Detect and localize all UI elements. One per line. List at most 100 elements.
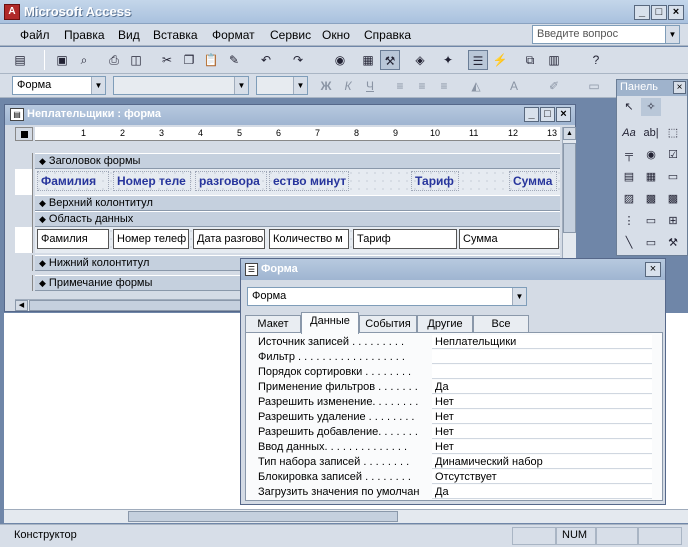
property-value[interactable] (432, 350, 652, 364)
header-label[interactable]: Сумма (509, 171, 557, 191)
align-right-icon[interactable]: ≡ (434, 76, 454, 96)
section-page-header[interactable]: ◆ Верхний колонтитул (35, 195, 560, 211)
option-button-icon[interactable]: ◉ (641, 146, 661, 164)
font-size-select[interactable]: ▼ (256, 76, 308, 95)
header-label[interactable]: разговора (195, 171, 267, 191)
close-button[interactable]: × (668, 5, 684, 20)
menu-insert[interactable]: Вставка (153, 28, 198, 42)
copy-icon[interactable]: ❐ (179, 50, 199, 70)
label-tool-icon[interactable]: Aa (619, 124, 639, 142)
pointer-icon[interactable]: ↖ (619, 98, 639, 116)
tab-data[interactable]: Данные (301, 312, 359, 334)
tab-events[interactable]: События (359, 315, 417, 333)
section-selector[interactable] (15, 153, 33, 169)
more-controls-icon[interactable]: ⚒ (663, 234, 683, 252)
hyperlink-icon[interactable]: ◉ (330, 50, 350, 70)
undo-icon[interactable]: ↶ (256, 50, 276, 70)
header-label[interactable]: Фамилия (37, 171, 109, 191)
line-color-icon[interactable]: ✐ (544, 76, 564, 96)
property-row[interactable]: Фильтр . . . . . . . . . . . . . . . . .… (254, 350, 652, 365)
textbox-tool-icon[interactable]: ab| (641, 124, 661, 142)
help-question-input[interactable]: Введите вопрос ▼ (532, 25, 680, 44)
property-row[interactable]: Разрешить удаление . . . . . . . . Нет (254, 410, 652, 425)
scroll-thumb[interactable] (563, 143, 576, 233)
new-object-icon[interactable]: ▥ (544, 50, 564, 70)
property-row[interactable]: Источник записей . . . . . . . . . Неплат… (254, 335, 652, 350)
property-row[interactable]: Тип набора записей . . . . . . . . Динами… (254, 455, 652, 470)
chevron-down-icon[interactable]: ▼ (512, 288, 526, 305)
scroll-left-icon[interactable]: ◀ (15, 300, 28, 311)
form-header-band[interactable]: Фамилия Номер теле разговора ество минут… (35, 169, 560, 195)
line-tool-icon[interactable]: ╲ (619, 234, 639, 252)
textbox-field[interactable]: Дата разгово (193, 229, 265, 249)
property-value[interactable]: Да (432, 485, 652, 499)
section-selector[interactable] (15, 275, 33, 291)
format-painter-icon[interactable]: ✎ (224, 50, 244, 70)
maximize-button[interactable]: □ (651, 5, 667, 20)
object-selector[interactable]: Форма ▼ (247, 287, 527, 306)
cut-icon[interactable]: ✂ (157, 50, 177, 70)
page-break-icon[interactable]: ⋮ (619, 212, 639, 230)
search-file-icon[interactable]: ⌕ (74, 50, 94, 70)
preview-icon[interactable]: ◫ (126, 50, 146, 70)
header-label[interactable]: ество минут (269, 171, 349, 191)
autoformat-icon[interactable]: ◈ (410, 50, 430, 70)
toolbox-icon[interactable]: ⚒ (380, 50, 400, 70)
property-row[interactable]: Блокировка записей . . . . . . . . Отсутс… (254, 470, 652, 485)
combo-box-icon[interactable]: ▤ (619, 168, 639, 186)
chevron-down-icon[interactable]: ▼ (665, 26, 679, 43)
view-icon[interactable]: ▤ (10, 50, 30, 70)
paste-icon[interactable]: 📋 (201, 50, 221, 70)
textbox-field[interactable]: Фамилия (37, 229, 109, 249)
property-value[interactable]: Динамический набор (432, 455, 652, 469)
property-row[interactable]: Порядок сортировки . . . . . . . . (254, 365, 652, 380)
property-row[interactable]: Разрешить изменение. . . . . . . . Нет (254, 395, 652, 410)
underline-icon[interactable]: Ч (360, 76, 380, 96)
chevron-down-icon[interactable]: ▼ (91, 77, 105, 94)
command-button-icon[interactable]: ▭ (663, 168, 683, 186)
section-selector[interactable] (15, 255, 33, 271)
align-left-icon[interactable]: ≡ (390, 76, 410, 96)
image-tool-icon[interactable]: ▨ (619, 190, 639, 208)
object-select[interactable]: Форма ▼ (12, 76, 106, 95)
textbox-field[interactable]: Тариф (353, 229, 457, 249)
workspace-hscrollbar[interactable] (4, 509, 688, 523)
tab-other[interactable]: Другие (417, 315, 473, 333)
property-row[interactable]: Применение фильтров . . . . . . . Да (254, 380, 652, 395)
chevron-down-icon[interactable]: ▼ (234, 77, 248, 94)
property-value[interactable]: Нет (432, 410, 652, 424)
section-selector[interactable] (15, 195, 33, 211)
code-icon[interactable]: ✦ (438, 50, 458, 70)
textbox-field[interactable]: Сумма (459, 229, 559, 249)
unbound-frame-icon[interactable]: ▩ (641, 190, 661, 208)
menu-file[interactable]: Файл (20, 28, 50, 42)
tab-control-icon[interactable]: ▭ (641, 212, 661, 230)
property-value[interactable]: Нет (432, 395, 652, 409)
minimize-button[interactable]: _ (634, 5, 650, 20)
property-value[interactable]: Да (432, 380, 652, 394)
menu-window[interactable]: Окно (322, 28, 350, 42)
rectangle-tool-icon[interactable]: ▭ (641, 234, 661, 252)
menu-edit[interactable]: Правка (64, 28, 105, 42)
textbox-field[interactable]: Количество м (269, 229, 349, 249)
option-group-icon[interactable]: ⬚ (663, 124, 683, 142)
field-list-icon[interactable]: ▦ (358, 50, 378, 70)
header-label[interactable]: Тариф (411, 171, 459, 191)
close-button[interactable]: × (645, 262, 661, 277)
section-detail[interactable]: ◆ Область данных (35, 211, 560, 227)
align-center-icon[interactable]: ≡ (412, 76, 432, 96)
scroll-thumb[interactable] (128, 511, 398, 522)
list-box-icon[interactable]: ▦ (641, 168, 661, 186)
section-selector[interactable] (15, 211, 33, 227)
redo-icon[interactable]: ↷ (288, 50, 308, 70)
italic-icon[interactable]: К (338, 76, 358, 96)
properties-icon[interactable]: ☰ (468, 50, 488, 70)
tab-all[interactable]: Все (473, 315, 529, 333)
form-selector[interactable] (15, 127, 33, 141)
menu-view[interactable]: Вид (118, 28, 140, 42)
bound-frame-icon[interactable]: ▩ (663, 190, 683, 208)
help-icon[interactable]: ? (586, 50, 606, 70)
save-icon[interactable]: ▣ (52, 50, 72, 70)
subform-icon[interactable]: ⊞ (663, 212, 683, 230)
scroll-thumb[interactable] (29, 300, 249, 311)
